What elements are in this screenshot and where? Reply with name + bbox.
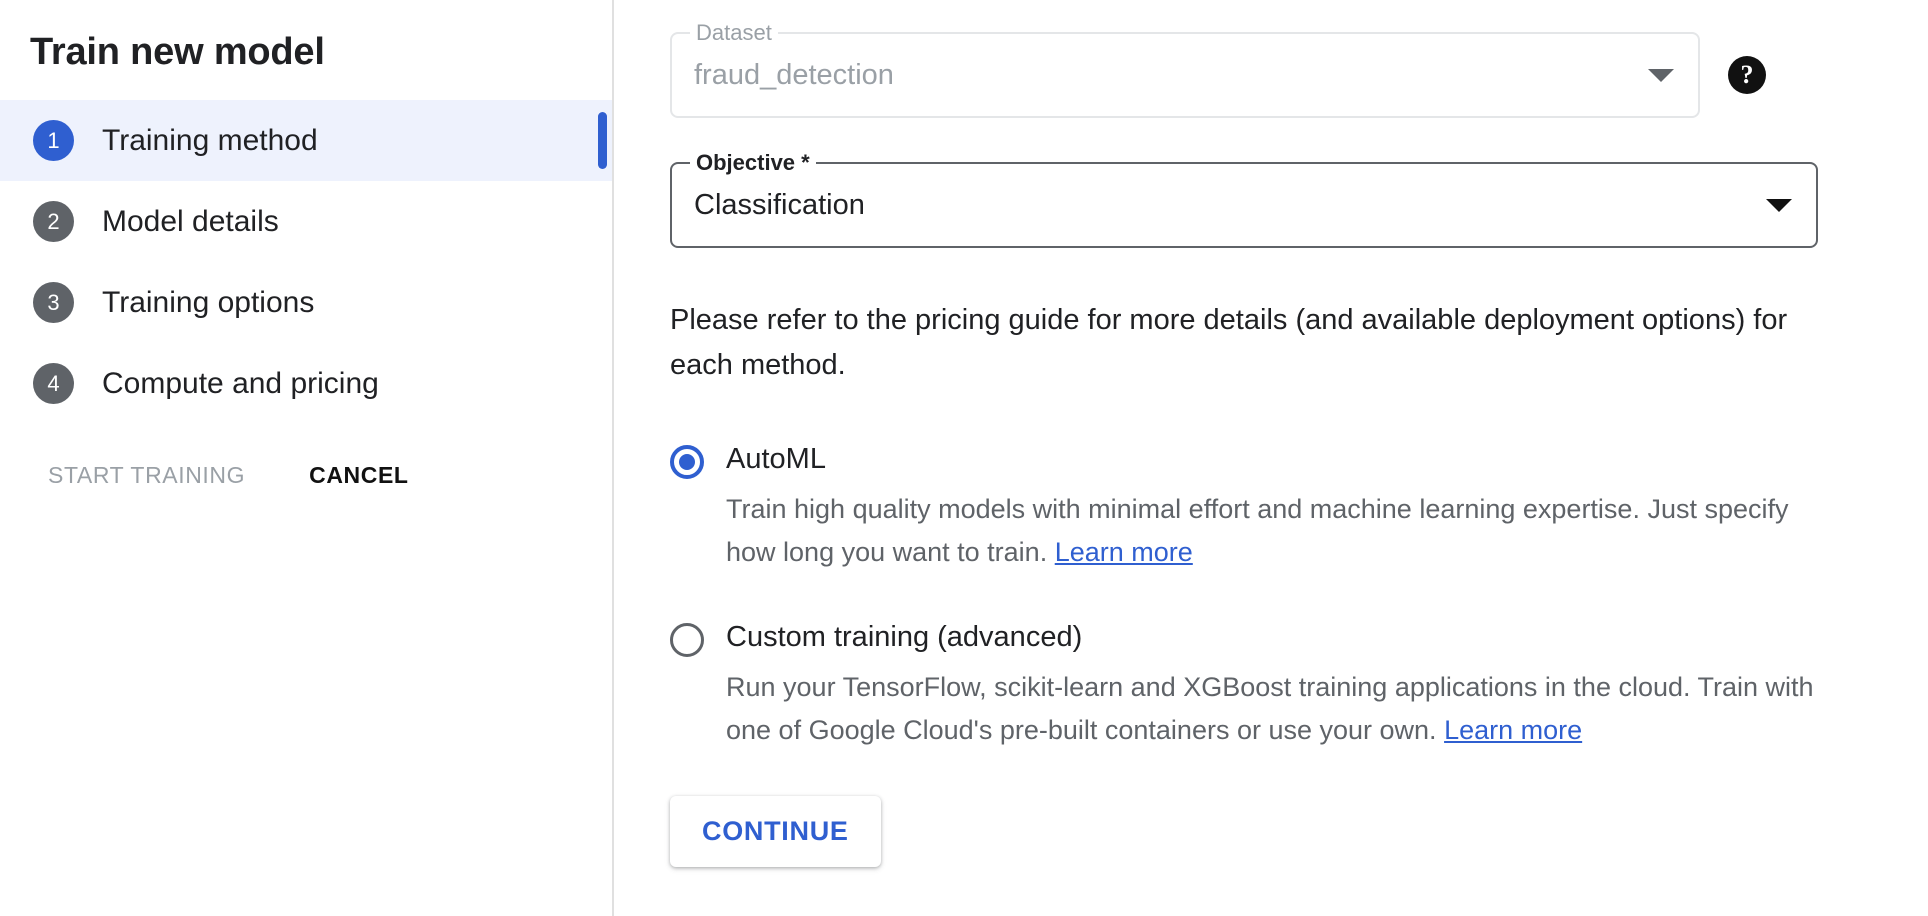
learn-more-link-custom-training[interactable]: Learn more [1444,715,1582,745]
option-automl-description-text: Train high quality models with minimal e… [726,494,1789,567]
training-method-panel: Dataset fraud_detection ? Objective * Cl… [614,0,1928,916]
option-automl-title: AutoML [726,440,1831,478]
option-custom-training[interactable]: Custom training (advanced) Run your Tens… [670,618,1928,752]
page-title: Train new model [0,0,612,78]
cancel-button[interactable]: CANCEL [309,462,408,489]
option-automl-body: AutoML Train high quality models with mi… [726,440,1831,574]
field-group: Dataset fraud_detection ? Objective * Cl… [614,0,1928,248]
objective-select[interactable]: Objective * Classification [670,162,1818,248]
sidebar-item-training-method[interactable]: 1 Training method [0,100,612,181]
train-new-model-wizard: Train new model 1 Training method 2 Mode… [0,0,1928,916]
sidebar-item-label: Training method [102,124,318,158]
step-number-badge: 2 [33,201,74,242]
sidebar-item-compute-and-pricing[interactable]: 4 Compute and pricing [0,343,612,424]
sidebar-item-label: Training options [102,286,314,320]
objective-value: Classification [694,189,1754,222]
sidebar-item-model-details[interactable]: 2 Model details [0,181,612,262]
help-icon[interactable]: ? [1728,56,1766,94]
wizard-sidebar: Train new model 1 Training method 2 Mode… [0,0,614,916]
start-training-button[interactable]: START TRAINING [48,462,245,489]
option-automl-description: Train high quality models with minimal e… [726,488,1831,574]
dataset-field-row: Dataset fraud_detection ? [670,32,1928,118]
option-custom-training-title: Custom training (advanced) [726,618,1831,656]
chevron-down-icon [1648,69,1674,82]
radio-custom-training[interactable] [670,623,704,657]
learn-more-link-automl[interactable]: Learn more [1055,537,1193,567]
sidebar-item-label: Model details [102,205,279,239]
step-number-badge: 4 [33,363,74,404]
chevron-down-icon [1766,199,1792,212]
option-custom-training-description-text: Run your TensorFlow, scikit-learn and XG… [726,672,1814,745]
option-custom-training-description: Run your TensorFlow, scikit-learn and XG… [726,666,1831,752]
continue-button-wrap: CONTINUE [614,796,1928,867]
training-method-radio-group: AutoML Train high quality models with mi… [614,440,1928,752]
step-number-badge: 3 [33,282,74,323]
sidebar-item-training-options[interactable]: 3 Training options [0,262,612,343]
continue-button[interactable]: CONTINUE [670,796,881,867]
option-automl[interactable]: AutoML Train high quality models with mi… [670,440,1928,574]
wizard-step-list: 1 Training method 2 Model details 3 Trai… [0,100,612,424]
active-step-indicator-bar [598,112,607,169]
radio-automl[interactable] [670,445,704,479]
option-custom-training-body: Custom training (advanced) Run your Tens… [726,618,1831,752]
dataset-value: fraud_detection [694,59,1636,92]
pricing-note: Please refer to the pricing guide for mo… [670,298,1820,388]
dataset-label: Dataset [690,21,778,45]
sidebar-action-bar: START TRAINING CANCEL [0,462,612,489]
dataset-select[interactable]: Dataset fraud_detection [670,32,1700,118]
sidebar-item-label: Compute and pricing [102,367,379,401]
step-number-badge: 1 [33,120,74,161]
objective-label: Objective * [690,151,816,175]
